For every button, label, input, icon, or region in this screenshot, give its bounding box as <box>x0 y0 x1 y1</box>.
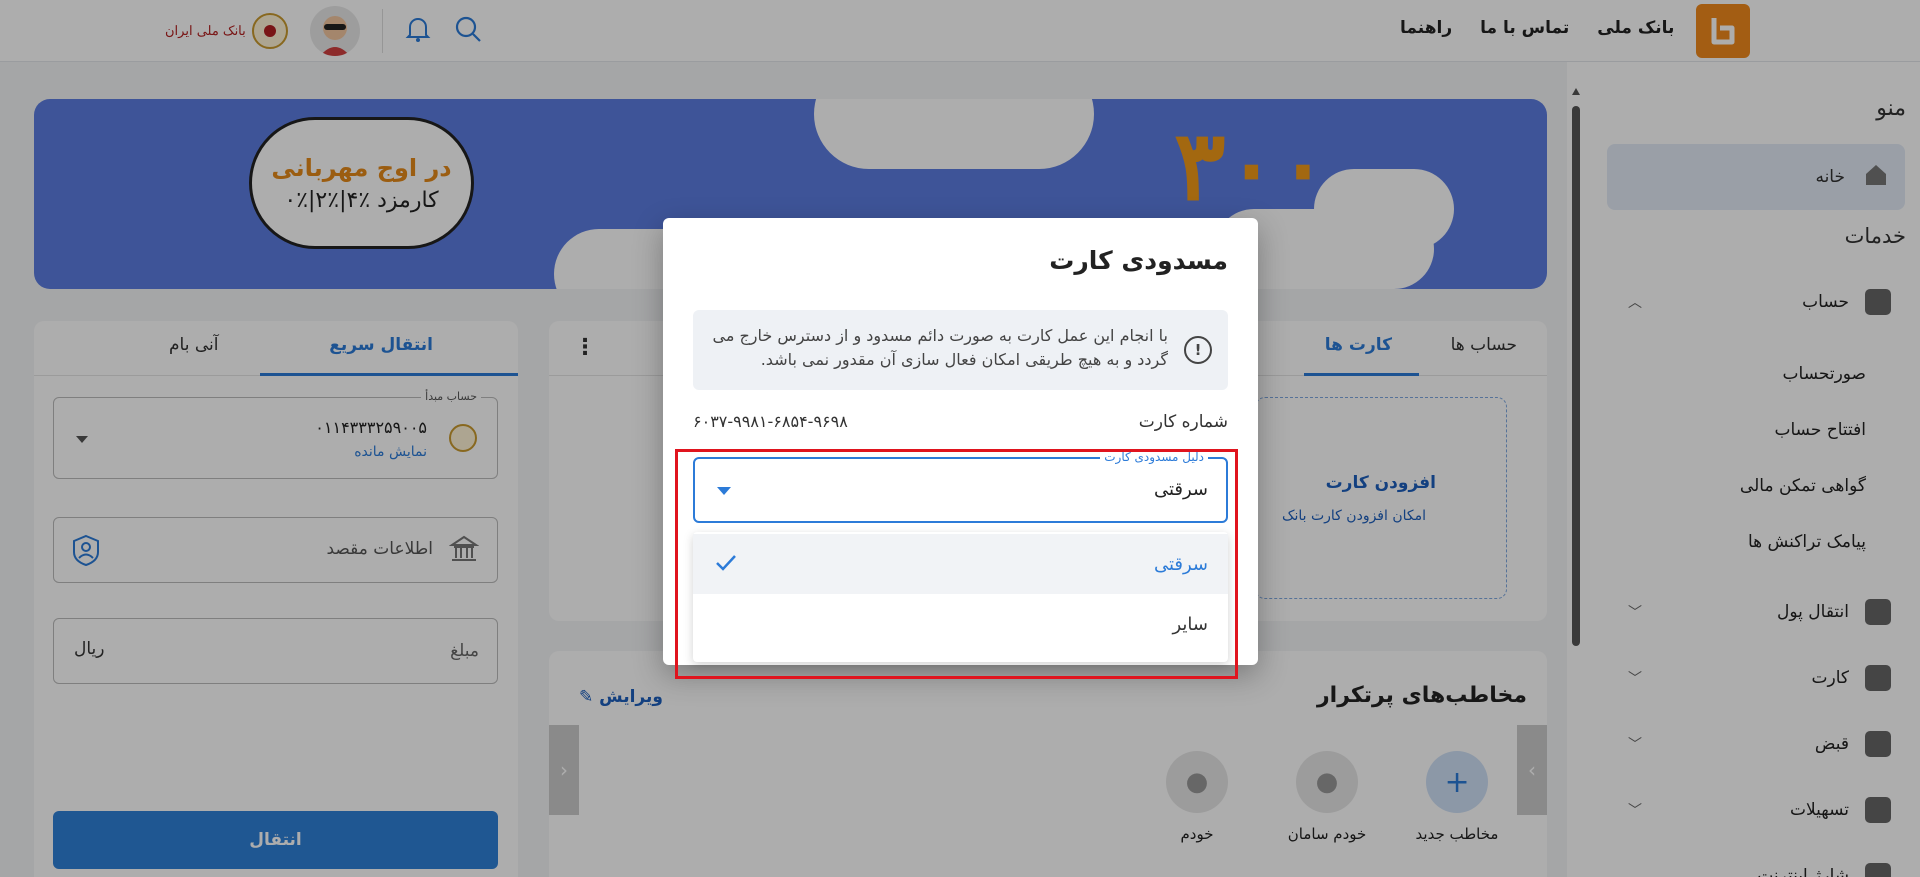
warning-icon: ! <box>1184 336 1212 364</box>
warning-box: ! با انجام این عمل کارت به صورت دائم مسد… <box>693 310 1228 390</box>
card-number-value: ۶۰۳۷-۹۹۸۱-۶۸۵۴-۹۶۹۸ <box>693 412 848 431</box>
highlight-box <box>675 449 1238 679</box>
card-number-label: شماره کارت <box>1138 412 1228 432</box>
dialog-title: مسدودی کارت <box>1049 246 1228 275</box>
warning-text: با انجام این عمل کارت به صورت دائم مسدود… <box>712 326 1168 369</box>
